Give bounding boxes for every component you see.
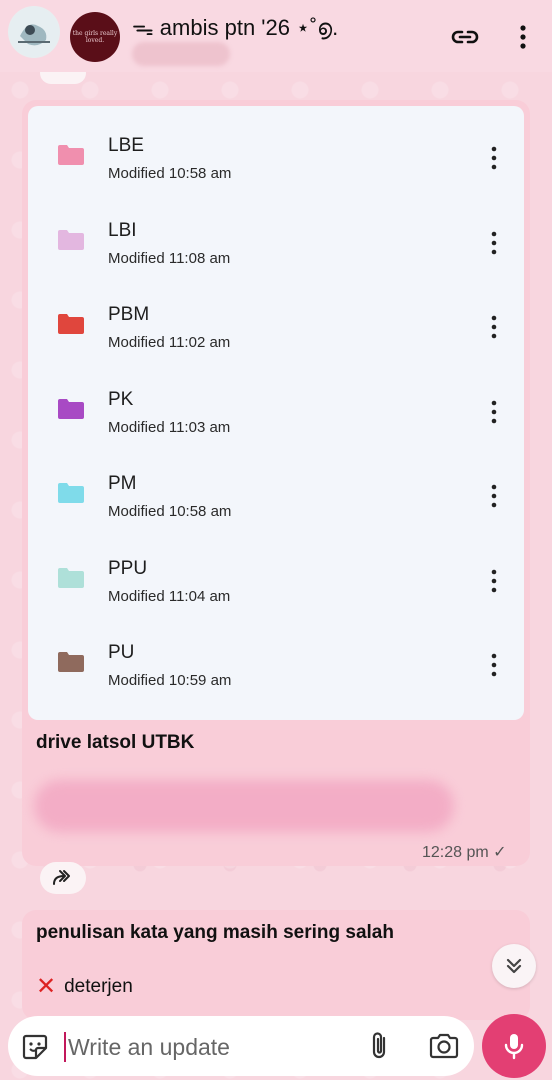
drive-file-row[interactable]: LBI Modified 11:08 am — [28, 196, 524, 280]
file-name: LBI — [108, 219, 137, 241]
message-line-text: deterjen — [64, 976, 133, 997]
file-more-icon[interactable] — [484, 568, 504, 594]
file-name: PU — [108, 642, 135, 663]
message-line: ✕ deterjen — [36, 973, 133, 1000]
message-caption: drive latsol UTBK — [36, 732, 195, 753]
redacted-link[interactable] — [34, 780, 454, 832]
group-avatar[interactable]: the girls really loved. — [70, 12, 120, 62]
double-chevron-down-icon — [506, 958, 522, 974]
file-modified: Modified 11:03 am — [108, 418, 231, 436]
file-name: LBE — [108, 135, 144, 156]
drive-file-row[interactable]: PBM Modified 11:02 am — [28, 280, 524, 364]
drive-file-row[interactable]: PM Modified 10:58 am — [28, 449, 524, 533]
chat-header: the girls really loved. ᯓ ambis ptn '26 … — [0, 0, 552, 72]
folder-icon — [58, 229, 84, 250]
file-more-icon[interactable] — [484, 399, 504, 425]
avatar-text: the girls really loved. — [72, 30, 118, 44]
folder-icon — [58, 398, 84, 419]
camera-icon[interactable] — [428, 1032, 460, 1060]
folder-icon — [58, 652, 84, 672]
file-more-icon[interactable] — [484, 652, 504, 678]
file-modified: Modified 11:04 am — [108, 587, 231, 605]
file-modified: Modified 11:02 am — [108, 334, 231, 351]
group-title[interactable]: ᯓ ambis ptn '26 ⋆˚൭. — [132, 12, 338, 42]
scroll-to-bottom-button[interactable] — [492, 944, 536, 988]
file-modified: Modified 10:58 am — [108, 503, 232, 520]
file-name: PBM — [108, 304, 150, 325]
drive-preview-card[interactable]: LBE Modified 10:58 am LBI Modified 11:08 am… — [28, 106, 524, 720]
file-more-icon[interactable] — [484, 314, 504, 340]
message-input[interactable] — [64, 1032, 344, 1062]
link-icon[interactable] — [450, 22, 480, 52]
drive-file-row[interactable]: LBE Modified 10:58 am — [28, 111, 524, 195]
group-subtitle-redacted — [132, 42, 230, 66]
more-options-icon[interactable] — [508, 22, 538, 52]
message-title: penulisan kata yang masih sering salah — [36, 922, 394, 943]
file-more-icon[interactable] — [484, 145, 504, 171]
file-modified: Modified 11:08 am — [108, 249, 231, 267]
mic-icon — [504, 1034, 524, 1060]
attach-icon[interactable] — [366, 1030, 394, 1062]
folder-icon — [58, 567, 84, 588]
file-more-icon[interactable] — [484, 483, 504, 509]
message-bubble-drive[interactable]: LBE Modified 10:58 am LBI Modified 11:08 am… — [22, 100, 530, 866]
forward-icon — [53, 870, 70, 885]
file-name: PK — [108, 388, 134, 410]
folder-icon — [58, 145, 84, 165]
drive-file-row[interactable]: PK Modified 11:03 am — [28, 365, 524, 449]
sticker-icon[interactable] — [20, 1032, 50, 1062]
file-more-icon[interactable] — [484, 230, 504, 256]
forward-button[interactable] — [40, 862, 86, 894]
folder-icon — [58, 483, 84, 503]
message-timestamp: 12:28 pm ✓ — [422, 844, 507, 861]
file-modified: Modified 10:59 am — [108, 672, 232, 689]
cross-mark-icon: ✕ — [36, 973, 57, 1000]
file-modified: Modified 10:58 am — [108, 165, 232, 182]
composer-bar — [8, 1016, 474, 1076]
app-logo[interactable] — [8, 6, 60, 58]
folder-icon — [58, 314, 84, 334]
message-bubble-text[interactable]: penulisan kata yang masih sering salah ✕… — [22, 910, 530, 1020]
mic-button[interactable] — [482, 1014, 546, 1078]
drive-file-row[interactable]: PU Modified 10:59 am — [28, 618, 524, 702]
drive-file-row[interactable]: PPU Modified 11:04 am — [28, 534, 524, 618]
file-name: PM — [108, 473, 137, 494]
file-name: PPU — [108, 557, 148, 579]
